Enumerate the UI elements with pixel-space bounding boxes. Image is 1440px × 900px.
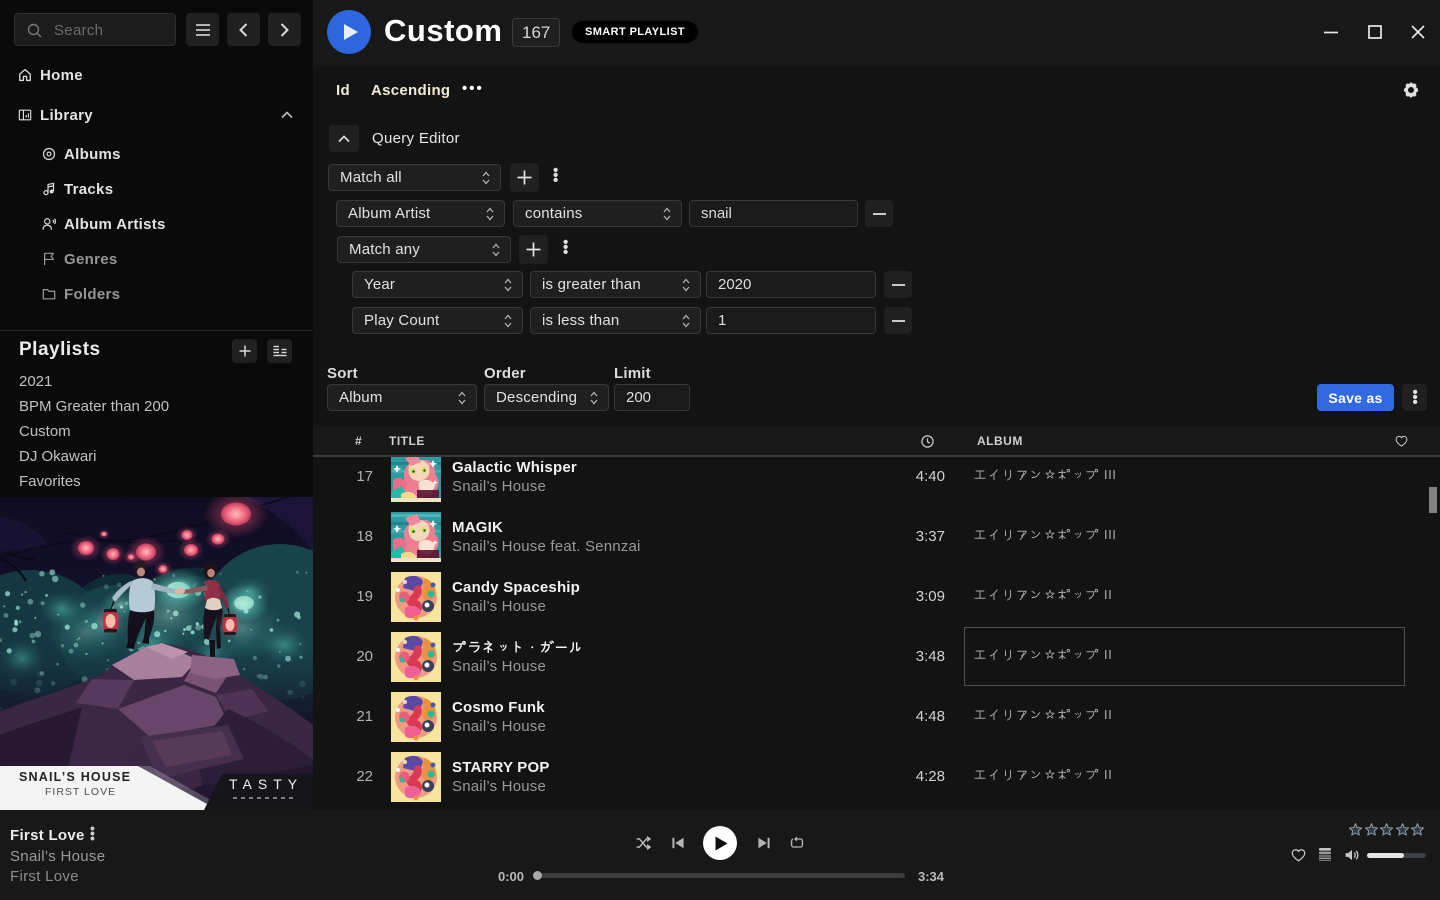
svg-text:TASTY: TASTY bbox=[229, 776, 303, 792]
svg-text:FIRST LOVE: FIRST LOVE bbox=[45, 786, 116, 798]
svg-text:SNAIL’S HOUSE: SNAIL’S HOUSE bbox=[19, 770, 131, 784]
